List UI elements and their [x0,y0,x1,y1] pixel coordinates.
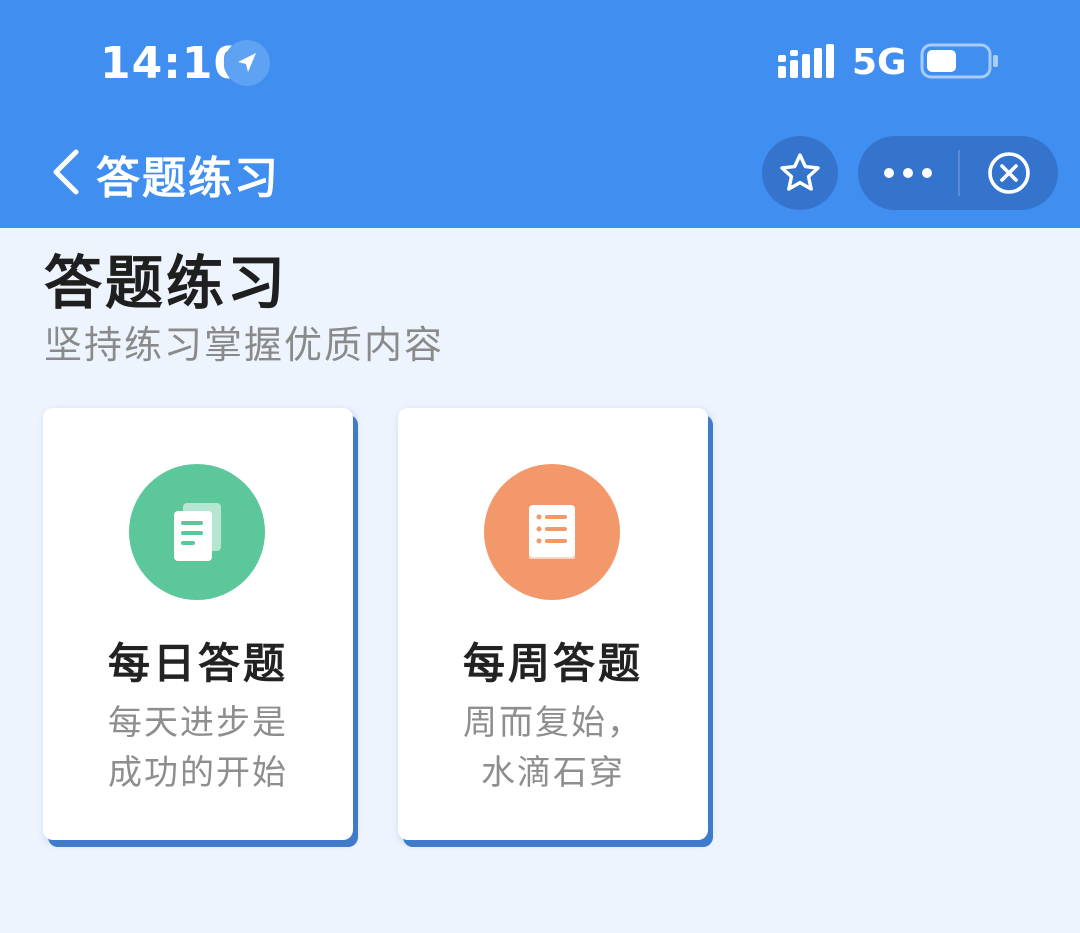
weekly-quiz-desc-line1: 周而复始， [463,703,643,743]
weekly-quiz-title: 每周答题 [462,639,643,688]
weekly-quiz-desc-line2: 水滴石穿 [481,753,625,793]
location-arrow-icon [224,40,270,86]
book-list-icon [529,505,575,559]
daily-quiz-card[interactable]: 每日答题 每天进步是 成功的开始 [43,408,353,840]
mini-program-capsule [858,136,1058,210]
app-header: 14:10 5G 答题练习 [0,0,1080,228]
weekly-quiz-desc: 周而复始， 水滴石穿 [398,698,708,798]
close-button[interactable] [960,136,1058,210]
weekly-quiz-icon-circle [484,464,620,600]
close-circle-icon [988,152,1030,194]
more-dots-icon [884,168,932,178]
document-icon [174,503,221,561]
daily-quiz-desc: 每天进步是 成功的开始 [43,698,353,798]
daily-quiz-desc-line1: 每天进步是 [108,703,288,743]
daily-quiz-desc-line2: 成功的开始 [108,753,288,793]
daily-quiz-title: 每日答题 [107,639,288,688]
page-subtitle: 坚持练习掌握优质内容 [44,323,445,367]
chevron-left-icon[interactable] [48,148,82,196]
nav-title: 答题练习 [96,153,280,204]
favorite-button[interactable] [762,136,838,210]
network-type: 5G [852,42,907,83]
weekly-quiz-card[interactable]: 每周答题 周而复始， 水滴石穿 [398,408,708,840]
page-title: 答题练习 [44,249,289,317]
daily-quiz-icon-circle [129,464,265,600]
star-icon [780,153,820,191]
signal-bars-icon [778,44,834,80]
more-button[interactable] [858,136,958,210]
battery-icon [920,43,1000,79]
